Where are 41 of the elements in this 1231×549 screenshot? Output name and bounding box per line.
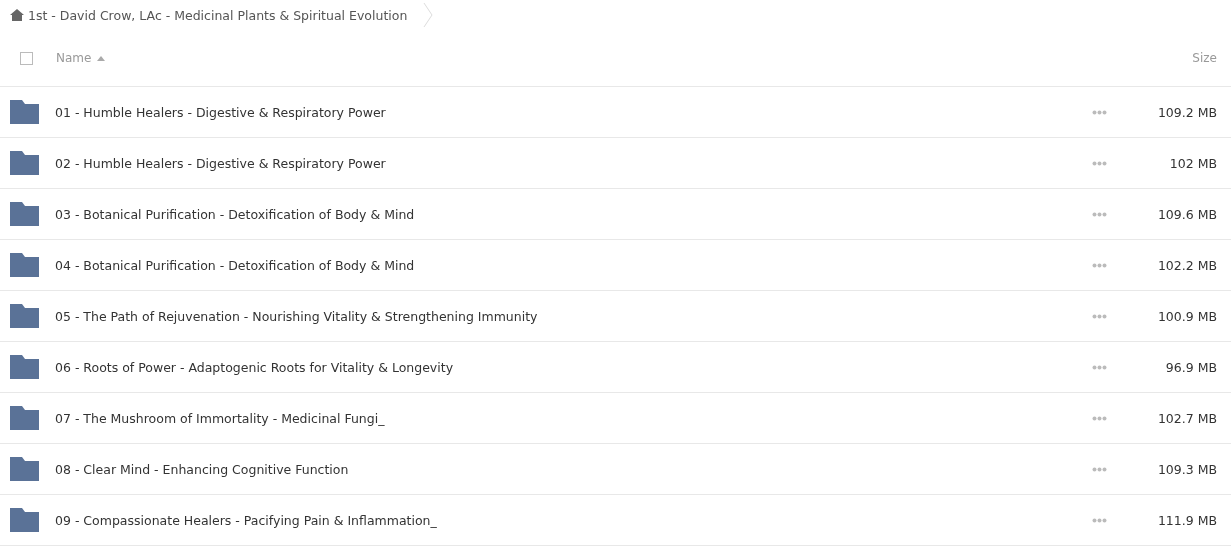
- folder-icon: [10, 202, 39, 226]
- breadcrumb-chevron-icon: [423, 2, 434, 28]
- more-options-icon[interactable]: [1092, 211, 1107, 217]
- more-options-icon[interactable]: [1092, 313, 1107, 319]
- more-options-icon[interactable]: [1092, 262, 1107, 268]
- sort-arrow-icon[interactable]: [97, 55, 106, 61]
- folder-name[interactable]: 07 - The Mushroom of Immortality - Medicinal Fungi_: [55, 410, 1092, 426]
- more-options-icon[interactable]: [1092, 517, 1107, 523]
- folder-icon: [10, 508, 39, 532]
- folder-name[interactable]: 06 - Roots of Power - Adaptogenic Roots for Vitality & Longevity: [55, 359, 1092, 375]
- more-options-icon[interactable]: [1092, 466, 1107, 472]
- file-size: 111.9 MB: [1156, 512, 1217, 528]
- folder-icon: [10, 406, 39, 430]
- file-size: 109.6 MB: [1156, 206, 1217, 222]
- folder-icon: [10, 151, 39, 175]
- file-size: 96.9 MB: [1164, 359, 1217, 375]
- folder-icon: [10, 304, 39, 328]
- more-options-icon[interactable]: [1092, 109, 1107, 115]
- file-size: 109.3 MB: [1156, 461, 1217, 477]
- folder-name[interactable]: 03 - Botanical Purification - Detoxification of Body & Mind: [55, 206, 1092, 222]
- folder-icon: [10, 355, 39, 379]
- folder-name[interactable]: 02 - Humble Healers - Digestive & Respiratory Power: [55, 155, 1092, 171]
- file-size: 102.7 MB: [1156, 410, 1217, 426]
- more-options-icon[interactable]: [1092, 415, 1107, 421]
- folder-name[interactable]: 08 - Clear Mind - Enhancing Cognitive Function: [55, 461, 1092, 477]
- breadcrumb-link[interactable]: 1st - David Crow, LAc - Medicinal Plants & Spiritual Evolution: [28, 7, 408, 23]
- folder-name[interactable]: 05 - The Path of Rejuvenation - Nourishing Vitality & Strengthening Immunity: [55, 308, 1092, 324]
- home-icon[interactable]: [10, 9, 24, 21]
- select-all-checkbox[interactable]: [20, 51, 33, 65]
- folder-name[interactable]: 01 - Humble Healers - Digestive & Respiratory Power: [55, 104, 1092, 120]
- file-size: 100.9 MB: [1156, 308, 1217, 324]
- folder-icon: [10, 100, 39, 124]
- folder-icon: [10, 457, 39, 481]
- file-size: 102 MB: [1168, 155, 1217, 171]
- more-options-icon[interactable]: [1092, 364, 1107, 370]
- file-size: 102.2 MB: [1156, 257, 1217, 273]
- folder-name[interactable]: 09 - Compassionate Healers - Pacifying Pain & Inflammation_: [55, 512, 1092, 528]
- folder-icon: [10, 253, 39, 277]
- file-size: 109.2 MB: [1156, 104, 1217, 120]
- folder-name[interactable]: 04 - Botanical Purification - Detoxification of Body & Mind: [55, 257, 1092, 273]
- more-options-icon[interactable]: [1092, 160, 1107, 166]
